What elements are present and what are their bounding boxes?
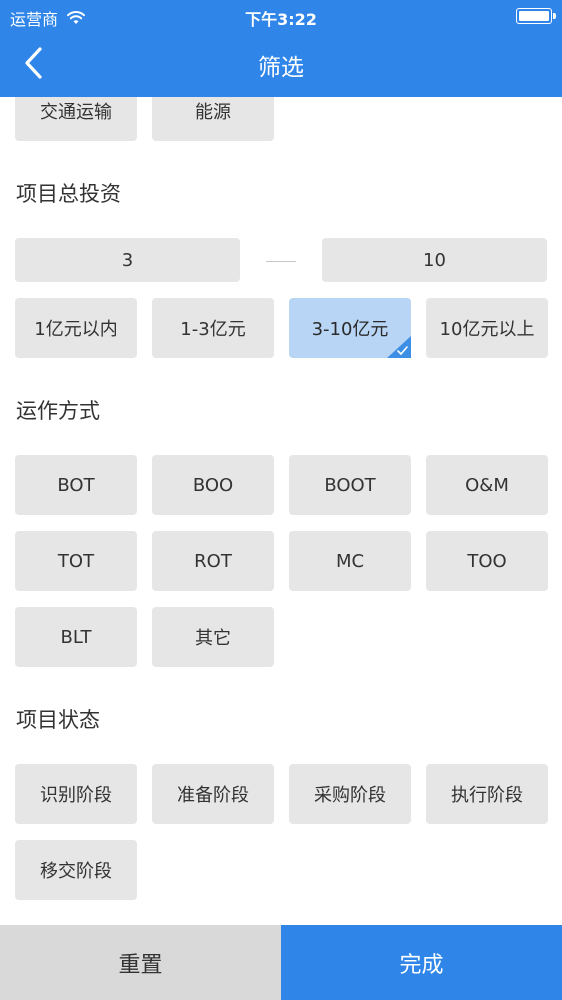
reset-button-label: 重置 <box>118 952 163 978</box>
range-separator <box>266 261 296 262</box>
operation-option-label: TOT <box>57 550 95 572</box>
industry-option[interactable]: 能源 <box>152 97 274 141</box>
operation-option-label: MC <box>335 550 365 572</box>
operation-option-label: TOO <box>467 550 507 572</box>
status-option[interactable]: 移交阶段 <box>15 840 137 900</box>
operation-option-label: O&M <box>465 474 509 496</box>
status-option[interactable]: 识别阶段 <box>15 764 137 824</box>
industry-option-label: 交通运输 <box>40 102 112 123</box>
operation-option-label: BOO <box>192 474 234 496</box>
investment-option-label: 10亿元以上 <box>439 319 535 340</box>
investment-option[interactable]: 10亿元以上 <box>426 298 548 358</box>
status-option[interactable]: 采购阶段 <box>289 764 411 824</box>
section-title-investment: 项目总投资 <box>16 182 121 206</box>
operation-option[interactable]: BOT <box>15 455 137 515</box>
investment-option-label: 1-3亿元 <box>180 319 246 340</box>
operation-option[interactable]: BOOT <box>289 455 411 515</box>
investment-option[interactable]: 1-3亿元 <box>152 298 274 358</box>
operation-option[interactable]: TOT <box>15 531 137 591</box>
checkmark-icon <box>387 336 411 358</box>
operation-option[interactable]: O&M <box>426 455 548 515</box>
industry-option[interactable]: 交通运输 <box>15 97 137 141</box>
operation-option[interactable]: 其它 <box>152 607 274 667</box>
done-button[interactable]: 完成 <box>281 925 562 1000</box>
investment-option-selected[interactable]: 3-10亿元 <box>289 298 411 358</box>
operation-option-label: BOT <box>57 474 95 496</box>
operation-option-label: BOOT <box>324 474 376 496</box>
done-button-label: 完成 <box>399 952 444 978</box>
status-option[interactable]: 执行阶段 <box>426 764 548 824</box>
operation-option[interactable]: MC <box>289 531 411 591</box>
nav-bar: 筛选 <box>0 32 562 97</box>
investment-min-input[interactable]: 3 <box>15 238 240 282</box>
filter-content: 交通运输 能源 项目总投资 3 10 1亿元以内 1-3亿元 3-10亿元 10… <box>0 97 562 925</box>
investment-option-label: 1亿元以内 <box>34 319 118 340</box>
operation-option-label: BLT <box>60 626 92 648</box>
section-title-status: 项目状态 <box>16 708 100 732</box>
investment-option[interactable]: 1亿元以内 <box>15 298 137 358</box>
status-option-label: 执行阶段 <box>451 785 523 806</box>
industry-option-label: 能源 <box>195 102 231 123</box>
investment-max-input[interactable]: 10 <box>322 238 547 282</box>
status-option-label: 移交阶段 <box>40 861 112 882</box>
page-title: 筛选 <box>258 55 304 81</box>
reset-button[interactable]: 重置 <box>0 925 281 1000</box>
status-option-label: 采购阶段 <box>314 785 386 806</box>
investment-min-value: 3 <box>121 249 134 271</box>
battery-icon <box>516 8 556 24</box>
footer-bar: 重置 完成 <box>0 925 562 1000</box>
operation-option[interactable]: BOO <box>152 455 274 515</box>
operation-option-label: 其它 <box>195 628 231 649</box>
header: 运营商 下午3:22 筛选 <box>0 0 562 97</box>
status-time: 下午3:22 <box>245 10 317 29</box>
status-option-label: 准备阶段 <box>177 785 249 806</box>
operation-option[interactable]: BLT <box>15 607 137 667</box>
operation-option-label: ROT <box>194 550 232 572</box>
operation-option[interactable]: TOO <box>426 531 548 591</box>
status-option-label: 识别阶段 <box>40 785 112 806</box>
status-option[interactable]: 准备阶段 <box>152 764 274 824</box>
investment-max-value: 10 <box>423 249 446 271</box>
investment-option-label: 3-10亿元 <box>311 319 389 340</box>
operation-option[interactable]: ROT <box>152 531 274 591</box>
section-title-operation: 运作方式 <box>16 399 100 423</box>
status-bar: 运营商 下午3:22 <box>0 0 562 32</box>
